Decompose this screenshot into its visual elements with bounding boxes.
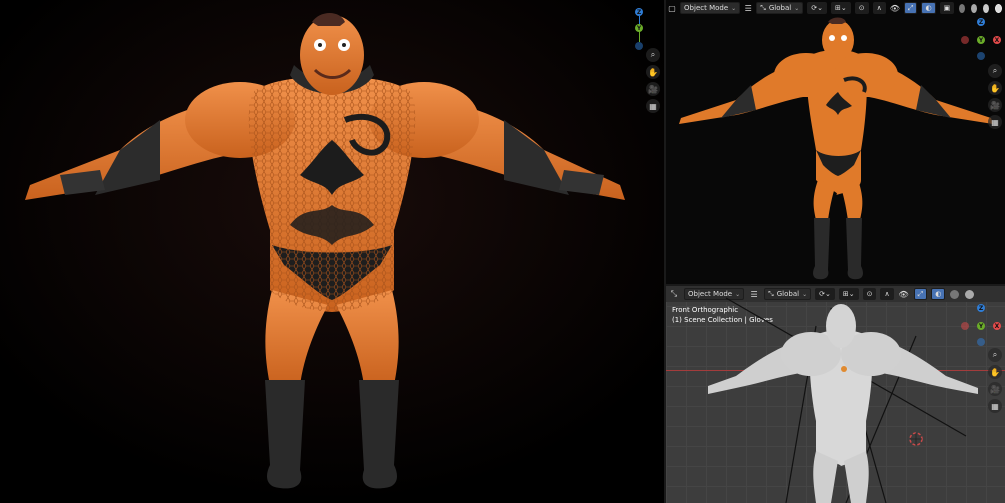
viewport-nav-controls: ⌕ ✋ 🎥 ▦ [988, 64, 1002, 129]
x-axis-handle[interactable]: X [993, 36, 1001, 44]
neg-z-axis-handle[interactable] [977, 52, 985, 60]
character-clay-model [708, 297, 978, 503]
y-axis-handle[interactable]: Y [977, 322, 985, 330]
camera-icon[interactable]: 🎥 [646, 82, 660, 96]
bottom-right-viewport[interactable]: ⤡ Object Mode ⌄ ☰ ⤡ Global ⌄ ⟳⌄ ⊞⌄ ⊙ ∧ 👁 ⤢ … [666, 286, 1005, 503]
viewport-nav-controls: ⌕ ✋ 🎥 ▦ [646, 48, 660, 113]
neg-x-axis-handle[interactable] [961, 322, 969, 330]
navigation-gizmo[interactable]: Z Y [617, 6, 661, 50]
z-axis-handle[interactable]: Z [977, 18, 985, 26]
grid-icon[interactable]: ▦ [988, 399, 1002, 413]
neg-x-axis-handle[interactable] [961, 36, 969, 44]
y-axis-handle[interactable]: Y [977, 36, 985, 44]
camera-icon[interactable]: 🎥 [988, 382, 1002, 396]
navigation-gizmo[interactable]: Z X Y [959, 18, 1003, 62]
character-render-small [679, 17, 993, 280]
camera-icon[interactable]: 🎥 [988, 98, 1002, 112]
hand-pan-icon[interactable]: ✋ [988, 81, 1002, 95]
neg-z-axis-handle[interactable] [977, 338, 985, 346]
x-axis-handle[interactable]: X [993, 322, 1001, 330]
z-axis-handle[interactable]: Z [977, 304, 985, 312]
top-right-viewport[interactable]: ▢ Object Mode ⌄ ☰ ⤡ Global ⌄ ⟳⌄ ⊞⌄ ⊙ ∧ 👁 ⤢ … [666, 0, 1005, 284]
zoom-icon[interactable]: ⌕ [988, 64, 1002, 78]
rendered-viewport[interactable]: Z Y ⌕ ✋ 🎥 ▦ [0, 0, 664, 503]
viewport-nav-controls: ⌕ ✋ 🎥 ▦ [988, 348, 1002, 413]
zoom-icon[interactable]: ⌕ [646, 48, 660, 62]
navigation-gizmo[interactable]: Z X Y [959, 304, 1003, 348]
z-axis-handle[interactable]: Z [635, 8, 643, 16]
hand-pan-icon[interactable]: ✋ [988, 365, 1002, 379]
y-axis-handle[interactable]: Y [635, 24, 643, 32]
zoom-icon[interactable]: ⌕ [988, 348, 1002, 362]
grid-icon[interactable]: ▦ [988, 115, 1002, 129]
character-render [0, 0, 664, 503]
hand-pan-icon[interactable]: ✋ [646, 65, 660, 79]
grid-icon[interactable]: ▦ [646, 99, 660, 113]
neg-z-axis-handle[interactable] [635, 42, 643, 50]
